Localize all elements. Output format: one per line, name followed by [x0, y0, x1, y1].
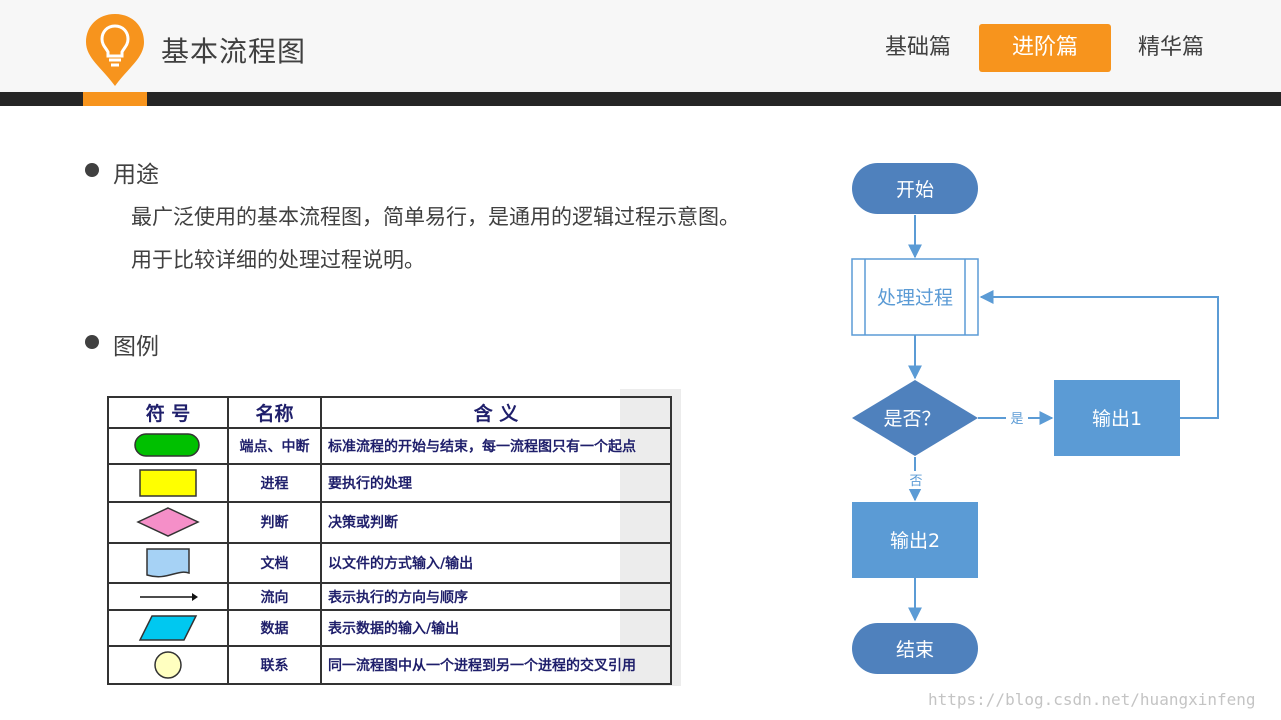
legend-name: 文档: [227, 541, 322, 585]
legend-meaning: 决策或判断: [320, 501, 672, 544]
table-row: 判断 决策或判断: [107, 501, 672, 544]
process-symbol-icon: [107, 462, 229, 504]
decision-symbol-icon: [107, 501, 229, 544]
flow-node-decision-label: 是否？: [883, 408, 940, 430]
flow-node-end: 结束: [852, 623, 978, 674]
flow-node-output2: 输出2: [852, 502, 978, 578]
legend-header-meaning: 含 义: [320, 396, 672, 429]
flow-node-start-label: 开始: [896, 179, 934, 201]
terminal-symbol-icon: [107, 427, 229, 465]
flow-node-process-label: 处理过程: [877, 287, 953, 309]
header-divider: [0, 92, 1281, 106]
usage-label: 用途: [113, 162, 159, 188]
legend-name: 数据: [227, 608, 322, 647]
bullet-dot: [85, 335, 99, 349]
flow-node-output1-label: 输出1: [1092, 408, 1142, 430]
table-row: 进程 要执行的处理: [107, 462, 672, 504]
flow-node-output2-label: 输出2: [890, 530, 940, 552]
bullet-dot: [85, 163, 99, 177]
lightbulb-pin-icon: [86, 14, 144, 86]
flow-node-end-label: 结束: [896, 639, 934, 661]
legend-meaning: 以文件的方式输入/输出: [320, 541, 672, 585]
legend-name: 判断: [227, 501, 322, 544]
table-row: 文档 以文件的方式输入/输出: [107, 541, 672, 585]
header-accent-bar: [83, 92, 147, 106]
flow-node-process: 处理过程: [851, 258, 979, 336]
table-row: 数据 表示数据的输入/输出: [107, 608, 672, 647]
page-title: 基本流程图: [161, 35, 307, 68]
table-row: 联系 同一流程图中从一个进程到另一个进程的交叉引用: [107, 644, 672, 686]
legend-header-symbol: 符 号: [107, 396, 229, 429]
legend-meaning: 表示执行的方向与顺序: [320, 582, 672, 611]
legend-meaning: 表示数据的输入/输出: [320, 608, 672, 647]
flow-node-start: 开始: [852, 163, 978, 214]
legend-name: 流向: [227, 582, 322, 611]
usage-line-2: 用于比较详细的处理过程说明。: [131, 248, 425, 272]
flow-node-decision: 是否？: [852, 380, 978, 456]
legend-table: 符 号 名称 含 义 端点、中断 标准流程的开始与结束，每一流程图只有一个起点 …: [107, 396, 672, 686]
edge-label-yes: 是: [1010, 412, 1023, 427]
legend-meaning: 同一流程图中从一个进程到另一个进程的交叉引用: [320, 644, 672, 686]
flow-node-output1: 输出1: [1054, 380, 1180, 456]
legend-header-name: 名称: [227, 396, 322, 429]
legend-name: 进程: [227, 462, 322, 504]
data-symbol-icon: [107, 608, 229, 647]
legend-label: 图例: [113, 334, 159, 360]
flow-arrow-symbol-icon: [107, 582, 229, 611]
document-symbol-icon: [107, 541, 229, 585]
legend-meaning: 标准流程的开始与结束，每一流程图只有一个起点: [320, 427, 672, 465]
connector-symbol-icon: [107, 644, 229, 686]
usage-line-1: 最广泛使用的基本流程图，简单易行，是通用的逻辑过程示意图。: [131, 205, 740, 229]
legend-name: 联系: [227, 644, 322, 686]
table-row: 流向 表示执行的方向与顺序: [107, 582, 672, 611]
legend-name: 端点、中断: [227, 427, 322, 465]
legend-header-row: 符 号 名称 含 义: [107, 396, 672, 429]
tab-essence[interactable]: 精华篇: [1105, 24, 1237, 72]
watermark: https://blog.csdn.net/huangxinfeng: [928, 690, 1256, 709]
legend-meaning: 要执行的处理: [320, 462, 672, 504]
edge-label-no: 否: [909, 474, 922, 489]
tab-advanced[interactable]: 进阶篇: [979, 24, 1111, 72]
tab-basic[interactable]: 基础篇: [852, 24, 984, 72]
table-row: 端点、中断 标准流程的开始与结束，每一流程图只有一个起点: [107, 427, 672, 465]
